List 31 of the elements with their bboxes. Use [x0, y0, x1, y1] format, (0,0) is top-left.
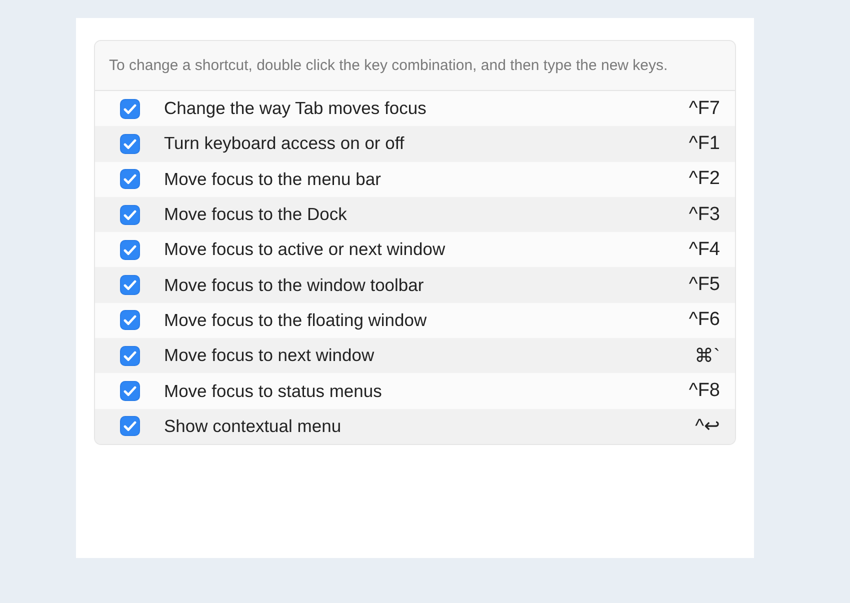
key-combination[interactable]: ^F2	[688, 168, 720, 190]
key-combination[interactable]: ⌘`	[694, 344, 720, 368]
checkbox[interactable]	[120, 346, 140, 366]
key-combination[interactable]: ^F3	[688, 204, 720, 226]
key-combination[interactable]: ^F1	[688, 132, 720, 155]
key-combination[interactable]: ^F6	[688, 309, 720, 332]
shortcut-label: Move focus to the menu bar	[164, 168, 382, 190]
checkbox[interactable]	[120, 416, 140, 436]
checkbox[interactable]	[120, 310, 140, 330]
instructions-text: To change a shortcut, double click the key combination, and then type the new keys.	[109, 56, 669, 76]
key-combination[interactable]: ^↩	[695, 414, 720, 438]
checkbox[interactable]	[120, 134, 140, 154]
checkbox[interactable]	[120, 204, 140, 225]
checkbox[interactable]	[120, 169, 140, 190]
key-combination[interactable]: ^F4	[688, 238, 720, 261]
shortcut-label: Show contextual menu	[164, 416, 342, 437]
checkbox[interactable]	[120, 275, 140, 296]
shortcut-label: Move focus to active or next window	[164, 239, 446, 260]
checkbox[interactable]	[120, 240, 140, 260]
checkbox[interactable]	[120, 98, 140, 119]
key-combination[interactable]: ^F5	[688, 274, 720, 296]
key-combination[interactable]: ^F8	[688, 380, 720, 402]
shortcut-label: Move focus to the floating window	[164, 310, 428, 331]
shortcut-label: Move focus to status menus	[164, 380, 383, 402]
shortcut-label: Move focus to the window toolbar	[164, 274, 425, 296]
shortcut-label: Move focus to the Dock	[164, 204, 348, 226]
shortcut-label: Move focus to next window	[164, 345, 376, 366]
key-combination[interactable]: ^F7	[688, 98, 720, 120]
shortcut-label: Change the way Tab moves focus	[164, 98, 428, 120]
shortcut-label: Turn keyboard access on or off	[164, 133, 406, 154]
checkbox[interactable]	[120, 381, 140, 402]
